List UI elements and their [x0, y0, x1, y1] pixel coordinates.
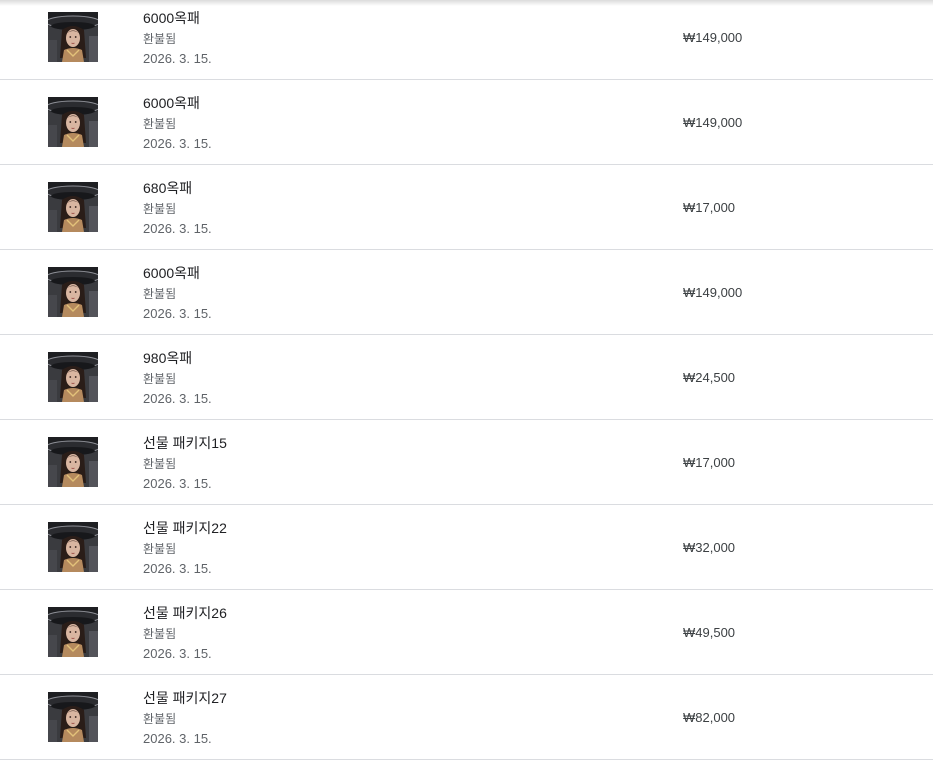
- item-price: ₩149,000: [683, 30, 743, 45]
- purchase-row[interactable]: 680옥패 환불됨 2026. 3. 15. ₩17,000: [0, 165, 933, 250]
- purchase-date: 2026. 3. 15.: [143, 51, 212, 66]
- item-title: 선물 패키지27: [143, 690, 227, 706]
- game-app-icon: [48, 437, 98, 487]
- purchase-date: 2026. 3. 15.: [143, 221, 212, 236]
- game-app-icon: [48, 352, 98, 402]
- purchase-date: 2026. 3. 15.: [143, 306, 212, 321]
- purchase-date: 2026. 3. 15.: [143, 731, 212, 746]
- purchase-row[interactable]: 6000옥패 환불됨 2026. 3. 15. ₩149,000: [0, 250, 933, 335]
- item-price: ₩17,000: [683, 455, 736, 470]
- game-app-icon: [48, 607, 98, 657]
- item-title: 6000옥패: [143, 95, 200, 111]
- item-price: ₩149,000: [683, 115, 743, 130]
- purchase-row[interactable]: 6000옥패 환불됨 2026. 3. 15. ₩149,000: [0, 0, 933, 80]
- purchase-row[interactable]: 선물 패키지22 환불됨 2026. 3. 15. ₩32,000: [0, 505, 933, 590]
- refund-status: 환불됨: [143, 542, 177, 556]
- purchase-row[interactable]: 선물 패키지15 환불됨 2026. 3. 15. ₩17,000: [0, 420, 933, 505]
- item-price: ₩82,000: [683, 710, 736, 725]
- refund-status: 환불됨: [143, 32, 177, 46]
- purchase-row[interactable]: 선물 패키지27 환불됨 2026. 3. 15. ₩82,000: [0, 675, 933, 760]
- item-title: 6000옥패: [143, 265, 200, 281]
- item-price: ₩149,000: [683, 285, 743, 300]
- refund-status: 환불됨: [143, 372, 177, 386]
- refund-status: 환불됨: [143, 712, 177, 726]
- purchase-row[interactable]: 6000옥패 환불됨 2026. 3. 15. ₩149,000: [0, 80, 933, 165]
- purchase-history-page: 6000옥패 환불됨 2026. 3. 15. ₩149,000 6000옥패 …: [0, 0, 933, 769]
- item-title: 6000옥패: [143, 10, 200, 26]
- game-app-icon: [48, 182, 98, 232]
- item-price: ₩32,000: [683, 540, 736, 555]
- item-title: 선물 패키지26: [143, 605, 227, 621]
- header-shadow: [0, 0, 933, 6]
- item-price: ₩49,500: [683, 625, 736, 640]
- refund-status: 환불됨: [143, 457, 177, 471]
- item-price: ₩17,000: [683, 200, 736, 215]
- purchase-date: 2026. 3. 15.: [143, 391, 212, 406]
- item-price: ₩24,500: [683, 370, 736, 385]
- purchase-row[interactable]: 선물 패키지26 환불됨 2026. 3. 15. ₩49,500: [0, 590, 933, 675]
- item-title: 선물 패키지22: [143, 520, 227, 536]
- refund-status: 환불됨: [143, 627, 177, 641]
- purchase-date: 2026. 3. 15.: [143, 646, 212, 661]
- game-app-icon: [48, 267, 98, 317]
- game-app-icon: [48, 522, 98, 572]
- purchase-date: 2026. 3. 15.: [143, 561, 212, 576]
- game-app-icon: [48, 97, 98, 147]
- item-title: 선물 패키지15: [143, 435, 227, 451]
- purchase-date: 2026. 3. 15.: [143, 476, 212, 491]
- item-title: 980옥패: [143, 350, 193, 366]
- purchase-list: 6000옥패 환불됨 2026. 3. 15. ₩149,000 6000옥패 …: [0, 0, 933, 760]
- refund-status: 환불됨: [143, 117, 177, 131]
- game-app-icon: [48, 12, 98, 62]
- refund-status: 환불됨: [143, 287, 177, 301]
- item-title: 680옥패: [143, 180, 193, 196]
- purchase-date: 2026. 3. 15.: [143, 136, 212, 151]
- purchase-row[interactable]: 980옥패 환불됨 2026. 3. 15. ₩24,500: [0, 335, 933, 420]
- refund-status: 환불됨: [143, 202, 177, 216]
- game-app-icon: [48, 692, 98, 742]
